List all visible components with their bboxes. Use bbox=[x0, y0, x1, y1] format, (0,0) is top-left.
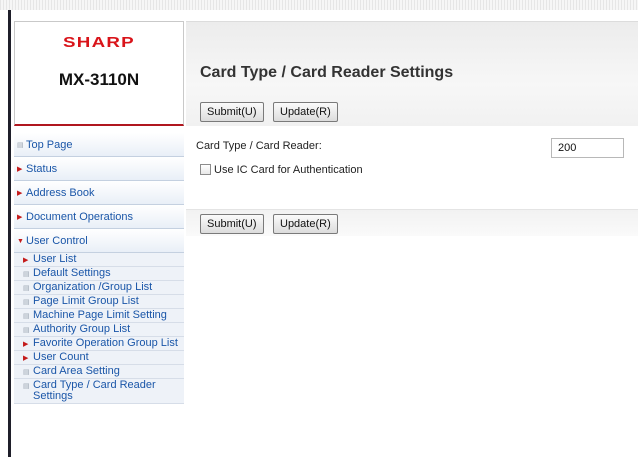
sidebar-subitem-authority-group-list[interactable]: ▤ Authority Group List bbox=[14, 323, 184, 337]
update-button-top[interactable]: Update(R) bbox=[273, 102, 338, 122]
sidebar-subitem-label: Default Settings bbox=[33, 267, 111, 279]
sidebar-subitem-default-settings[interactable]: ▤ Default Settings bbox=[14, 267, 184, 281]
sidebar-nav: ▤ Top Page ▶ Status ▶ Address Book ▶ Documen… bbox=[14, 133, 184, 404]
arrow-down-icon: ▼ bbox=[17, 238, 24, 245]
sidebar-item-user-control[interactable]: ▼ User Control bbox=[14, 229, 184, 253]
card-type-label: Card Type / Card Reader: bbox=[196, 140, 322, 152]
sidebar-subitem-label: Favorite Operation Group List bbox=[33, 337, 178, 349]
sidebar-subitem-label: Card Type / Card Reader Settings bbox=[33, 379, 156, 402]
sidebar-item-label: Status bbox=[26, 163, 58, 175]
sidebar-subitem-user-count[interactable]: ▶ User Count bbox=[14, 351, 184, 365]
page-icon: ▤ bbox=[23, 271, 30, 278]
page-icon: ▤ bbox=[23, 327, 30, 334]
submit-button-top[interactable]: Submit(U) bbox=[200, 102, 264, 122]
sidebar-item-address-book[interactable]: ▶ Address Book bbox=[14, 181, 184, 205]
update-button-bottom[interactable]: Update(R) bbox=[273, 214, 338, 234]
sidebar-subitem-label: Page Limit Group List bbox=[33, 295, 139, 307]
page-title: Card Type / Card Reader Settings bbox=[200, 64, 454, 81]
ic-card-checkbox[interactable] bbox=[200, 164, 211, 175]
arrow-right-icon: ▶ bbox=[17, 166, 23, 173]
sidebar-subitem-label: Machine Page Limit Setting bbox=[33, 309, 167, 321]
sidebar-subitem-label: Organization /Group List bbox=[33, 281, 153, 293]
page-icon: ▤ bbox=[17, 142, 24, 149]
sidebar-item-top-page[interactable]: ▤ Top Page bbox=[14, 133, 184, 157]
page-icon: ▤ bbox=[23, 383, 30, 390]
window-left-edge bbox=[0, 10, 12, 457]
card-type-input[interactable] bbox=[551, 138, 624, 158]
sharp-logo: SHARP bbox=[63, 34, 135, 51]
sidebar-subitem-label: User Count bbox=[33, 351, 89, 363]
sidebar-subitem-card-area-setting[interactable]: ▤ Card Area Setting bbox=[14, 365, 184, 379]
sidebar-item-label: Top Page bbox=[26, 139, 73, 151]
sidebar-subitem-favorite-operation-group-list[interactable]: ▶ Favorite Operation Group List bbox=[14, 337, 184, 351]
bottom-action-bar: Submit(U) Update(R) bbox=[186, 209, 638, 236]
arrow-right-icon: ▶ bbox=[23, 341, 29, 348]
sidebar-subitem-machine-page-limit-setting[interactable]: ▤ Machine Page Limit Setting bbox=[14, 309, 184, 323]
sidebar-subitem-organization-group-list[interactable]: ▤ Organization /Group List bbox=[14, 281, 184, 295]
page-icon: ▤ bbox=[23, 313, 30, 320]
page-header: Card Type / Card Reader Settings Submit(… bbox=[186, 21, 638, 126]
sidebar-item-label: Document Operations bbox=[26, 211, 133, 223]
arrow-right-icon: ▶ bbox=[17, 214, 23, 221]
browser-top-strip bbox=[0, 0, 638, 10]
sidebar-subitem-user-list[interactable]: ▶ User List bbox=[14, 253, 184, 267]
sidebar-subitem-label: Authority Group List bbox=[33, 323, 131, 335]
sidebar-item-status[interactable]: ▶ Status bbox=[14, 157, 184, 181]
model-name: MX-3110N bbox=[58, 70, 140, 89]
arrow-right-icon: ▶ bbox=[23, 355, 29, 362]
arrow-right-icon: ▶ bbox=[17, 190, 23, 197]
sidebar-item-document-operations[interactable]: ▶ Document Operations bbox=[14, 205, 184, 229]
page-icon: ▤ bbox=[23, 369, 30, 376]
page-icon: ▤ bbox=[23, 299, 30, 306]
sidebar-subitem-card-type-card-reader-settings[interactable]: ▤ Card Type / Card Reader Settings bbox=[14, 379, 184, 404]
sidebar-subitem-label: Card Area Setting bbox=[33, 365, 120, 377]
ic-card-label: Use IC Card for Authentication bbox=[214, 164, 363, 176]
submit-button-bottom[interactable]: Submit(U) bbox=[200, 214, 264, 234]
page-icon: ▤ bbox=[23, 285, 30, 292]
sidebar-subitem-page-limit-group-list[interactable]: ▤ Page Limit Group List bbox=[14, 295, 184, 309]
brand-panel: SHARP MX-3110N bbox=[14, 21, 184, 126]
arrow-right-icon: ▶ bbox=[23, 257, 29, 264]
sidebar-subitem-label: User List bbox=[33, 253, 77, 265]
sidebar-item-label: Address Book bbox=[26, 187, 95, 199]
sidebar-item-label: User Control bbox=[26, 235, 88, 247]
